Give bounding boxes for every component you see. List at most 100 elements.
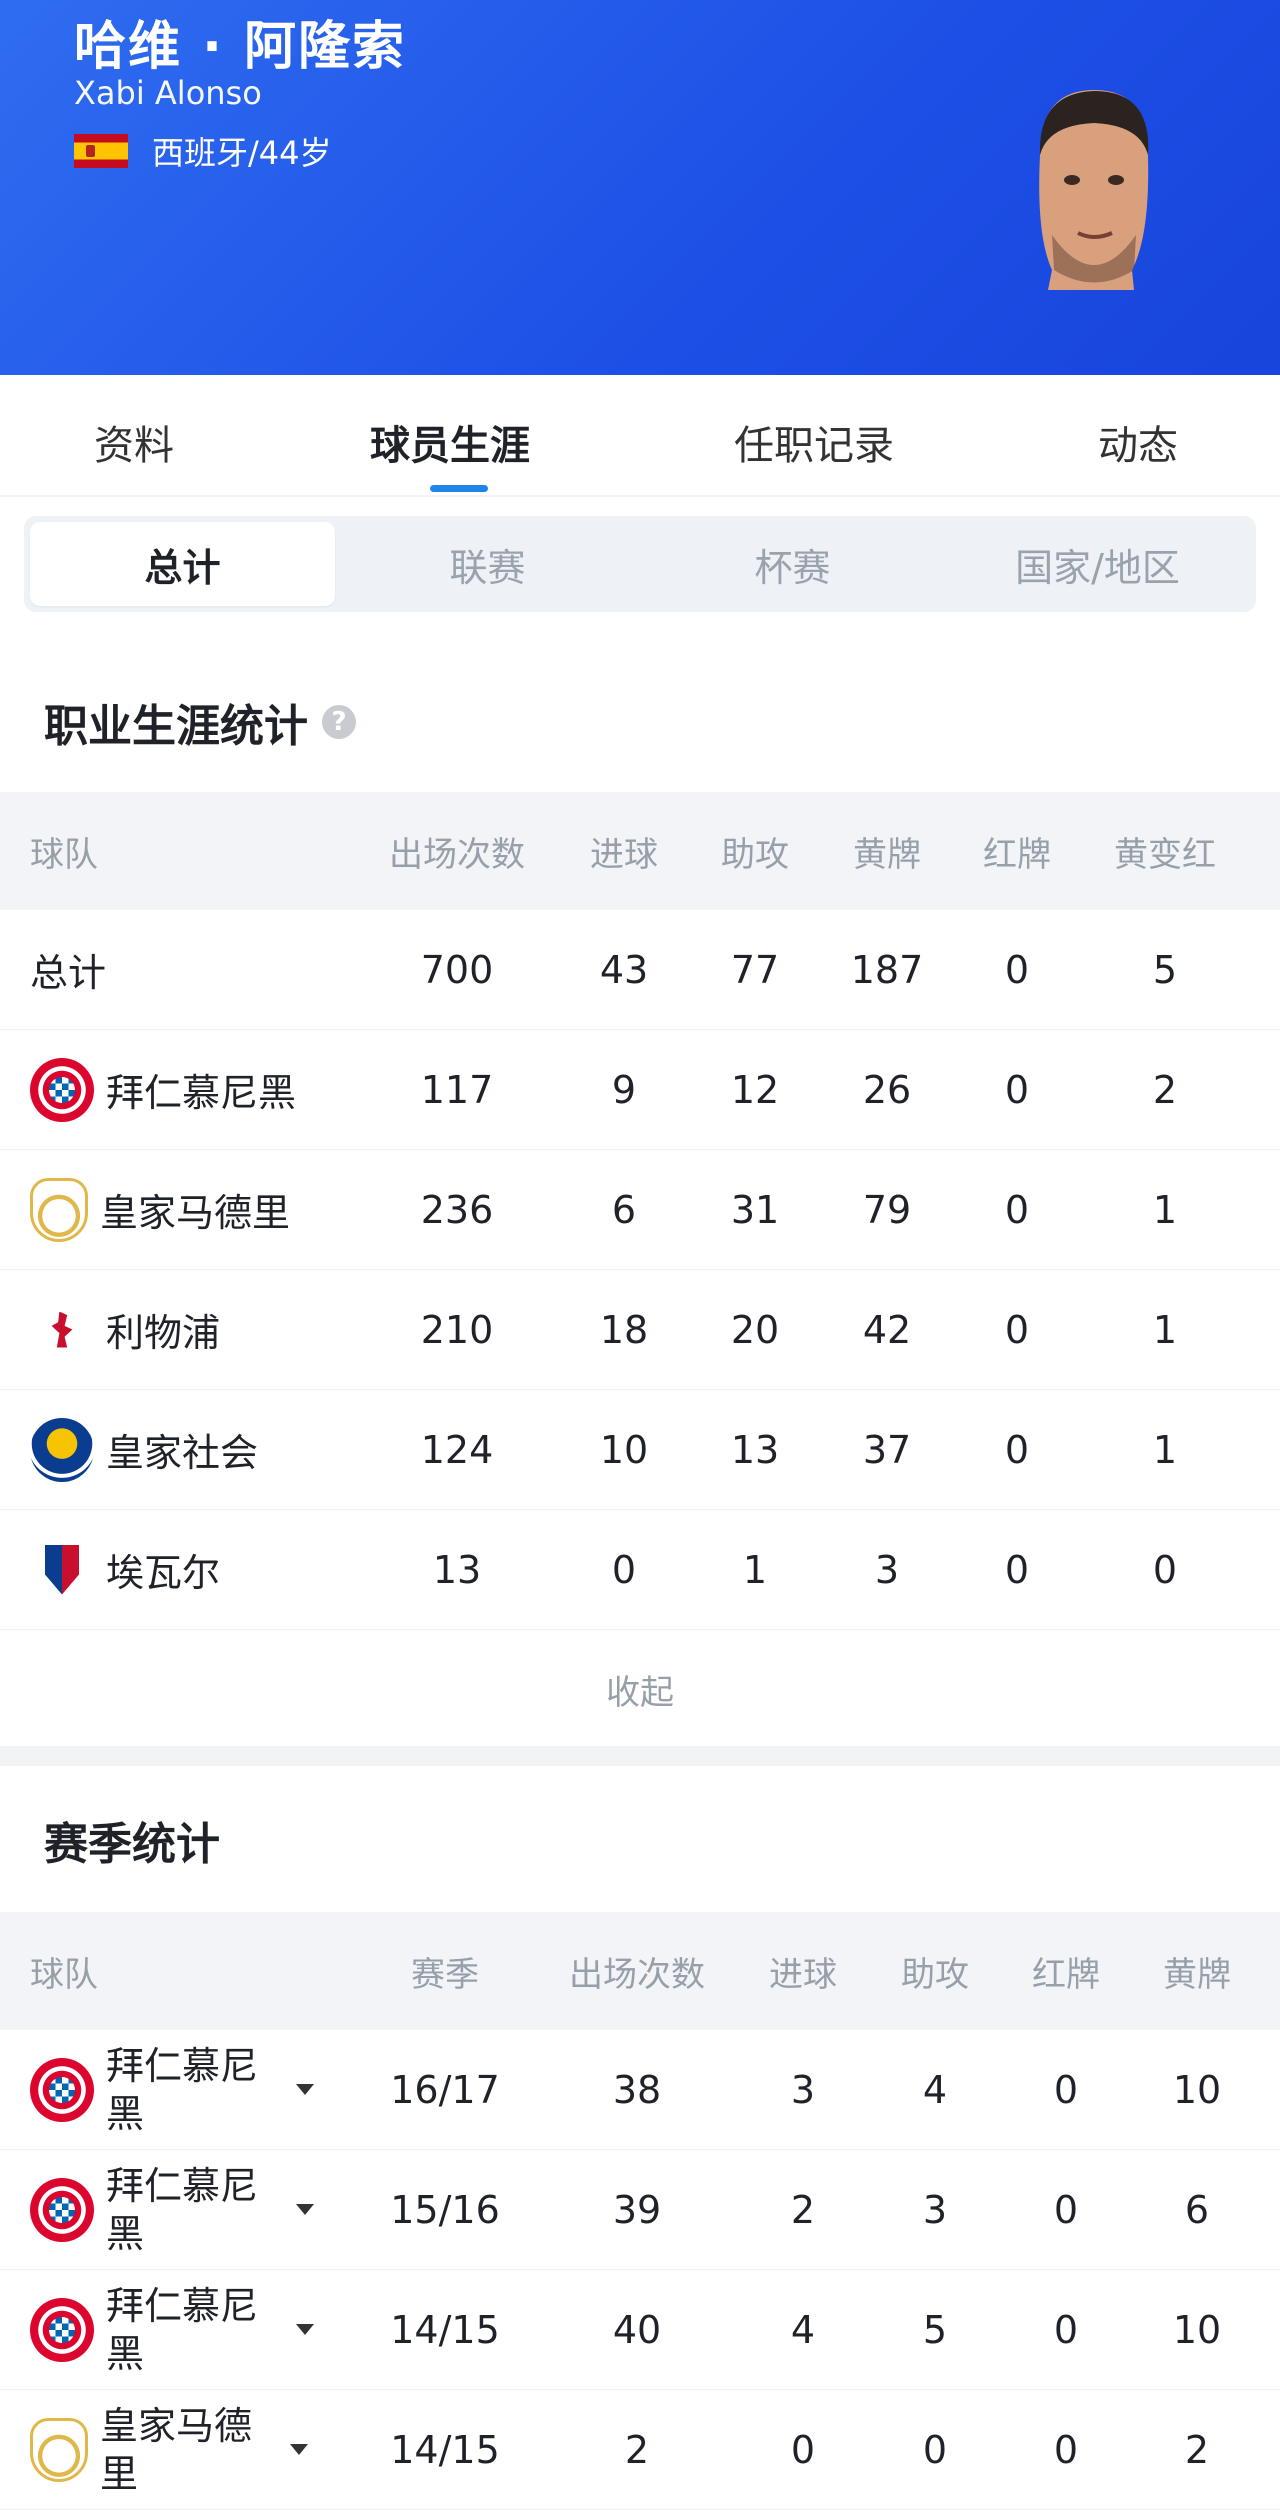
- team-cell: 拜仁慕尼黑: [30, 2042, 314, 2138]
- stat-cell: 39: [612, 2187, 662, 2232]
- spain-flag-icon: [74, 134, 128, 168]
- career-team-row[interactable]: 利物浦 210 18 20 42 0 1: [0, 1270, 1280, 1390]
- stat-cell: 5: [1152, 947, 1178, 992]
- team-name-line2: 黑: [106, 2091, 145, 2136]
- career-table-header: 球队 出场次数 进球 助攻 黄牌 红牌 黄变红: [0, 792, 1280, 910]
- player-header: 哈维 · 阿隆索 Xabi Alonso 西班牙/44岁: [0, 0, 1280, 375]
- team-cell: 拜仁慕尼黑: [30, 2162, 314, 2258]
- competition-filter: 总计 联赛 杯赛 国家/地区: [24, 516, 1256, 612]
- stat-cell: 124: [420, 1427, 494, 1472]
- player-nationality: 西班牙/44岁: [74, 128, 332, 174]
- team-name-line2: 黑: [106, 2331, 145, 2376]
- main-tabs: 资料 球员生涯 任职记录 动态: [0, 375, 1280, 497]
- stat-cell: 236: [420, 1187, 494, 1232]
- season-row[interactable]: 拜仁慕尼黑 14/15 40 4 5 0 10: [0, 2270, 1280, 2390]
- liverpool-logo-icon: [30, 1298, 94, 1362]
- help-icon[interactable]: ?: [322, 705, 356, 739]
- season-row[interactable]: 拜仁慕尼黑 15/16 39 2 3 0 6: [0, 2150, 1280, 2270]
- career-team-row[interactable]: 拜仁慕尼黑 117 9 12 26 0 2: [0, 1030, 1280, 1150]
- team-name-line1: 拜仁慕尼: [106, 2163, 259, 2208]
- header-season: 赛季: [411, 1954, 479, 1995]
- team-name: 拜仁慕尼黑: [106, 2282, 276, 2378]
- stat-cell: 10: [1172, 2307, 1222, 2352]
- stat-cell: 1: [1152, 1307, 1178, 1352]
- season-stats-table: 球队 赛季 出场次数 进球 助攻 红牌 黄牌 拜仁慕尼黑 16/17 38 3 4 0 10 拜仁慕尼黑 1…: [0, 1912, 1280, 2510]
- season-row[interactable]: 拜仁慕尼黑 16/17 38 3 4 0 10: [0, 2030, 1280, 2150]
- team-cell: 利物浦: [30, 1298, 220, 1362]
- team-name: 拜仁慕尼黑: [106, 1071, 297, 1115]
- team-cell: 总计: [30, 942, 106, 997]
- player-name: 哈维 · 阿隆索: [74, 17, 406, 77]
- madrid-logo-icon: [30, 2417, 88, 2482]
- career-team-row[interactable]: 皇家马德里 236 6 31 79 0 1: [0, 1150, 1280, 1270]
- season-row[interactable]: 皇家马德里 14/15 2 0 0 0 2: [0, 2390, 1280, 2510]
- nationality-age-text: 西班牙/44岁: [152, 134, 332, 172]
- bayern-logo-icon: [30, 1057, 94, 1122]
- tab-player-career[interactable]: 球员生涯: [370, 413, 530, 471]
- stat-cell: 0: [1152, 1547, 1178, 1592]
- team-name: 皇家马德里: [100, 2402, 270, 2498]
- stat-cell: 2: [1152, 1067, 1178, 1112]
- team-cell: 拜仁慕尼黑: [30, 2282, 314, 2378]
- chevron-down-icon[interactable]: [290, 2444, 308, 2455]
- stat-cell: 13: [432, 1547, 482, 1592]
- team-name-line1: 拜仁慕尼: [106, 2283, 259, 2328]
- stat-cell: 1: [1152, 1187, 1178, 1232]
- segment-total[interactable]: 总计: [30, 522, 335, 606]
- madrid-logo-icon: [30, 1177, 88, 1242]
- stat-cell: 210: [420, 1307, 494, 1352]
- career-total-row: 总计 700 43 77 187 0 5: [0, 910, 1280, 1030]
- segment-cup[interactable]: 杯赛: [640, 522, 945, 606]
- chevron-down-icon[interactable]: [296, 2204, 314, 2215]
- team-cell: 埃瓦尔: [30, 1538, 220, 1602]
- bayern-logo-icon: [30, 2057, 94, 2122]
- tab-profile[interactable]: 资料: [94, 413, 174, 471]
- stat-cell: 15/16: [390, 2187, 500, 2232]
- segment-league[interactable]: 联赛: [335, 522, 640, 606]
- eibar-logo-icon: [30, 1538, 94, 1602]
- team-name-line1: 皇家马德: [100, 2403, 253, 2448]
- stat-cell: 2: [624, 2427, 650, 2472]
- career-team-row[interactable]: 皇家社会 124 10 13 37 0 1: [0, 1390, 1280, 1510]
- team-cell: 皇家马德里: [30, 2402, 308, 2498]
- header-team: 球队: [30, 1954, 98, 1995]
- career-stats-title: 职业生涯统计 ?: [44, 690, 356, 754]
- section-divider: [0, 1746, 1280, 1766]
- season-table-header: 球队 赛季 出场次数 进球 助攻 红牌 黄牌: [0, 1912, 1280, 2030]
- bayern-logo-icon: [30, 2177, 94, 2242]
- career-stats-title-text: 职业生涯统计: [44, 701, 308, 752]
- bayern-logo-icon: [30, 2297, 94, 2362]
- header-team: 球队: [30, 834, 98, 875]
- player-avatar: [1039, 90, 1149, 290]
- career-stats-table: 球队 出场次数 进球 助攻 黄牌 红牌 黄变红 总计 700 43 77 187 0 5 拜仁慕尼黑 117…: [0, 792, 1280, 1748]
- team-name: 皇家社会: [106, 1431, 259, 1475]
- stat-cell: 14/15: [390, 2307, 500, 2352]
- team-name: 拜仁慕尼黑: [106, 2042, 276, 2138]
- header-appearances: 出场次数: [389, 834, 525, 875]
- chevron-down-icon[interactable]: [296, 2084, 314, 2095]
- team-name: 拜仁慕尼黑: [106, 2162, 276, 2258]
- tab-news[interactable]: 动态: [1098, 413, 1178, 471]
- team-name-line2: 里: [100, 2451, 139, 2496]
- career-team-row[interactable]: 埃瓦尔 13 0 1 3 0 0: [0, 1510, 1280, 1630]
- chevron-down-icon[interactable]: [296, 2324, 314, 2335]
- stat-cell: 2: [1184, 2427, 1210, 2472]
- team-cell: 皇家马德里: [30, 1177, 291, 1242]
- stat-cell: 6: [1184, 2187, 1210, 2232]
- stat-cell: 10: [1172, 2067, 1222, 2112]
- team-name: 总计: [30, 951, 107, 995]
- active-tab-indicator: [430, 485, 488, 492]
- player-name-english: Xabi Alonso: [74, 74, 262, 112]
- stat-cell: 38: [612, 2067, 662, 2112]
- stat-cell: 700: [420, 947, 494, 992]
- stat-cell: 16/17: [390, 2067, 500, 2112]
- stat-cell: 14/15: [390, 2427, 500, 2472]
- stat-cell: 117: [420, 1067, 494, 1112]
- header-second-yellow: 黄变红: [1114, 834, 1216, 875]
- tab-coaching-record[interactable]: 任职记录: [734, 413, 894, 471]
- collapse-button[interactable]: 收起: [0, 1630, 1280, 1748]
- team-name-line2: 黑: [106, 2211, 145, 2256]
- segment-national[interactable]: 国家/地区: [945, 522, 1250, 606]
- team-name: 皇家马德里: [100, 1191, 291, 1235]
- team-name: 埃瓦尔: [106, 1551, 221, 1595]
